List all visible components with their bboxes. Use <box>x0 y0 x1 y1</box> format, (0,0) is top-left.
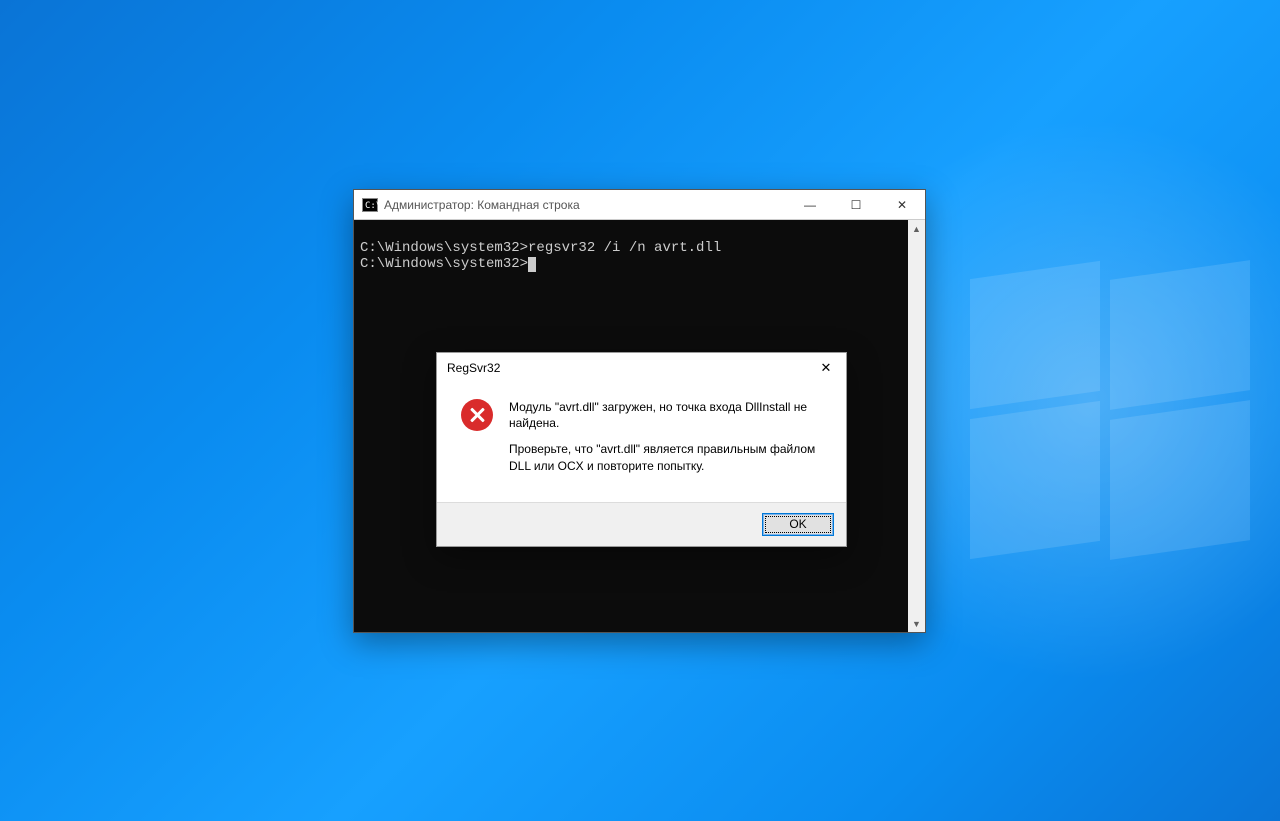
cmd-line: C:\Windows\system32>regsvr32 /i /n avrt.… <box>360 241 902 256</box>
dialog-title-text: RegSvr32 <box>447 361 500 375</box>
windows-logo-icon <box>970 270 1250 550</box>
error-icon <box>461 399 493 431</box>
close-button[interactable]: ✕ <box>879 190 925 220</box>
cmd-scrollbar[interactable]: ▲ ▼ <box>908 220 925 632</box>
scrollbar-track[interactable] <box>908 237 925 615</box>
cmd-line: C:\Windows\system32> <box>360 257 902 272</box>
cmd-app-icon: C:\ <box>362 198 378 212</box>
scroll-up-icon[interactable]: ▲ <box>908 220 925 237</box>
maximize-button[interactable]: ☐ <box>833 190 879 220</box>
dialog-message: Модуль "avrt.dll" загружен, но точка вхо… <box>509 399 826 484</box>
dialog-close-button[interactable]: ✕ <box>806 353 846 383</box>
dialog-titlebar[interactable]: RegSvr32 ✕ <box>437 353 846 383</box>
desktop-background: C:\ Администратор: Командная строка — ☐ … <box>0 0 1280 821</box>
cmd-titlebar[interactable]: C:\ Администратор: Командная строка — ☐ … <box>354 190 925 220</box>
dialog-footer: OK <box>437 502 846 546</box>
dialog-message-line2: Проверьте, что "avrt.dll" является прави… <box>509 441 826 473</box>
ok-button[interactable]: OK <box>762 513 834 536</box>
cmd-window-title: Администратор: Командная строка <box>384 198 580 212</box>
minimize-button[interactable]: — <box>787 190 833 220</box>
scroll-down-icon[interactable]: ▼ <box>908 615 925 632</box>
cmd-cursor <box>528 257 536 272</box>
regsvr32-dialog: RegSvr32 ✕ Модуль "avrt.dll" загружен, н… <box>436 352 847 547</box>
dialog-message-line1: Модуль "avrt.dll" загружен, но точка вхо… <box>509 399 826 431</box>
